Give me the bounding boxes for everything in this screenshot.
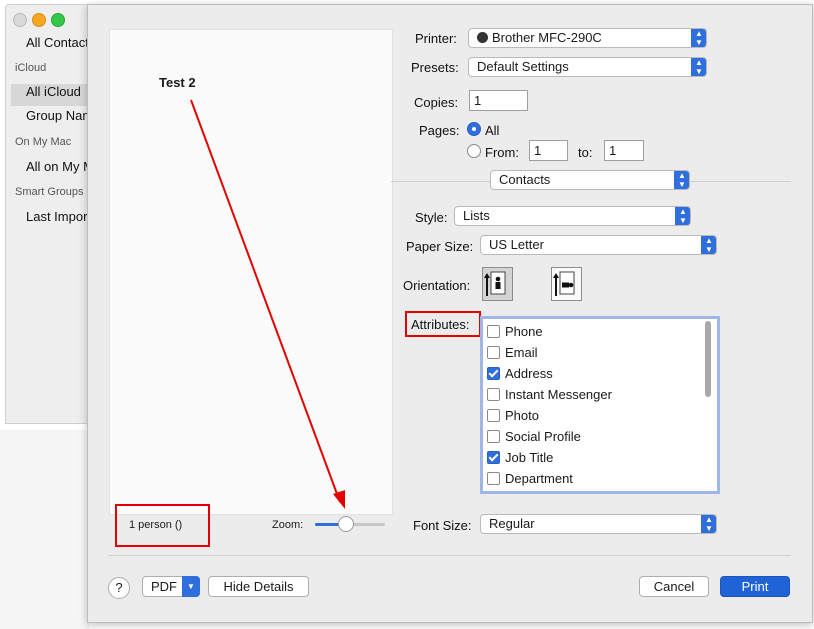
font-size-label: Font Size: (413, 518, 472, 533)
cancel-button[interactable]: Cancel (639, 576, 709, 597)
attribute-label: Department (505, 471, 573, 486)
paper-size-value: US Letter (489, 237, 544, 252)
pdf-button-label: PDF (151, 579, 177, 594)
attribute-label: Address (505, 366, 553, 381)
attribute-label: Instant Messenger (505, 387, 612, 402)
presets-label: Presets: (411, 60, 459, 75)
attribute-checkbox[interactable] (487, 409, 500, 422)
style-label: Style: (415, 210, 448, 225)
zoom-window-icon[interactable] (51, 13, 65, 27)
pages-all-radio[interactable] (467, 122, 481, 136)
chevron-updown-icon: ▲ ▼ (691, 29, 706, 47)
zoom-slider-knob[interactable] (338, 516, 355, 532)
person-count: 1 person () (129, 519, 183, 531)
print-button[interactable]: Print (720, 576, 790, 597)
printer-value: Brother MFC-290C (492, 30, 602, 45)
print-dialog: Test 2 1 person () Zoom: Printer: Brothe… (87, 4, 813, 623)
help-button[interactable]: ? (108, 577, 130, 599)
minimize-window-icon[interactable] (32, 13, 46, 27)
close-window-icon[interactable] (13, 13, 27, 27)
attribute-checkbox[interactable] (487, 325, 500, 338)
orientation-portrait-button[interactable] (482, 267, 513, 301)
zoom-slider[interactable] (315, 515, 385, 533)
attributes-scrollbar[interactable] (705, 321, 711, 397)
attribute-label: Social Profile (505, 429, 581, 444)
attribute-checkbox[interactable] (487, 367, 500, 380)
chevron-down-icon: ▼ (182, 576, 200, 597)
paper-size-label: Paper Size: (406, 239, 474, 254)
attribute-row[interactable]: Email (487, 342, 538, 363)
sidebar-item-all-icloud[interactable]: All iCloud (26, 84, 81, 99)
attribute-row[interactable]: Photo (487, 405, 539, 426)
chevron-updown-icon: ▲ ▼ (701, 515, 716, 533)
attribute-checkbox[interactable] (487, 346, 500, 359)
chevron-updown-icon: ▲ ▼ (691, 58, 706, 76)
attribute-checkbox[interactable] (487, 430, 500, 443)
font-size-select[interactable]: Regular ▲ ▼ (480, 514, 717, 534)
pages-to-input[interactable]: 1 (604, 140, 644, 161)
attribute-checkbox[interactable] (487, 472, 500, 485)
font-size-value: Regular (489, 516, 535, 531)
attribute-label: Job Title (505, 450, 554, 465)
chevron-updown-icon: ▲ ▼ (675, 207, 690, 225)
attribute-label: Email (505, 345, 538, 360)
orientation-landscape-button[interactable] (551, 267, 582, 301)
attribute-label: Photo (505, 408, 539, 423)
printer-select[interactable]: Brother MFC-290C ▲ ▼ (468, 28, 707, 48)
attribute-row[interactable]: Phone (487, 321, 543, 342)
pages-label: Pages: (419, 123, 460, 138)
style-value: Lists (463, 208, 490, 223)
portrait-person-icon (484, 271, 506, 296)
attribute-row[interactable]: Job Title (487, 447, 553, 468)
sidebar-header-smart-groups: Smart Groups (15, 186, 84, 198)
attribute-row[interactable]: Department (487, 468, 573, 489)
background-shadow (0, 430, 90, 629)
copies-input[interactable]: 1 (469, 90, 528, 111)
presets-value: Default Settings (477, 59, 569, 74)
attributes-label: Attributes: (411, 317, 470, 332)
attribute-row[interactable]: Address (487, 363, 553, 384)
attribute-checkbox[interactable] (487, 388, 500, 401)
pages-to-label: to: (578, 145, 593, 160)
pages-from-input[interactable]: 1 (529, 140, 568, 161)
chevron-updown-icon: ▲ ▼ (674, 171, 689, 189)
attribute-checkbox[interactable] (487, 451, 500, 464)
section-value: Contacts (499, 172, 551, 187)
presets-select[interactable]: Default Settings ▲ ▼ (468, 57, 707, 77)
attribute-row[interactable]: Instant Messenger (487, 384, 612, 405)
arrow-head-icon (333, 490, 345, 509)
section-select[interactable]: Contacts ▲ ▼ (490, 170, 690, 190)
style-select[interactable]: Lists ▲ ▼ (454, 206, 691, 226)
pages-range-radio[interactable] (467, 144, 481, 158)
landscape-person-icon (553, 271, 575, 296)
paper-size-select[interactable]: US Letter ▲ ▼ (480, 235, 717, 255)
attributes-list[interactable]: Phone Email Address Instant Messenger Photo S… (480, 316, 720, 494)
pages-from-label: From: (485, 145, 519, 160)
hide-details-button[interactable]: Hide Details (208, 576, 309, 597)
zoom-label: Zoom: (272, 519, 304, 531)
sidebar-header-icloud: iCloud (15, 62, 47, 74)
pdf-menu-button[interactable]: PDF ▼ (142, 576, 200, 597)
footer-divider (108, 555, 791, 556)
attribute-row[interactable]: Social Profile (487, 426, 581, 447)
printer-label: Printer: (415, 31, 457, 46)
copies-label: Copies: (414, 95, 459, 110)
pages-all-label: All (485, 123, 500, 138)
printer-status-icon (477, 32, 488, 43)
sidebar-item-all-contacts[interactable]: All Contacts (26, 35, 95, 50)
sidebar-item-last-import[interactable]: Last Import (26, 209, 91, 224)
attribute-label: Phone (505, 324, 543, 339)
chevron-updown-icon: ▲ ▼ (701, 236, 716, 254)
sidebar-header-on-my-mac: On My Mac (15, 136, 72, 148)
orientation-label: Orientation: (403, 278, 471, 293)
